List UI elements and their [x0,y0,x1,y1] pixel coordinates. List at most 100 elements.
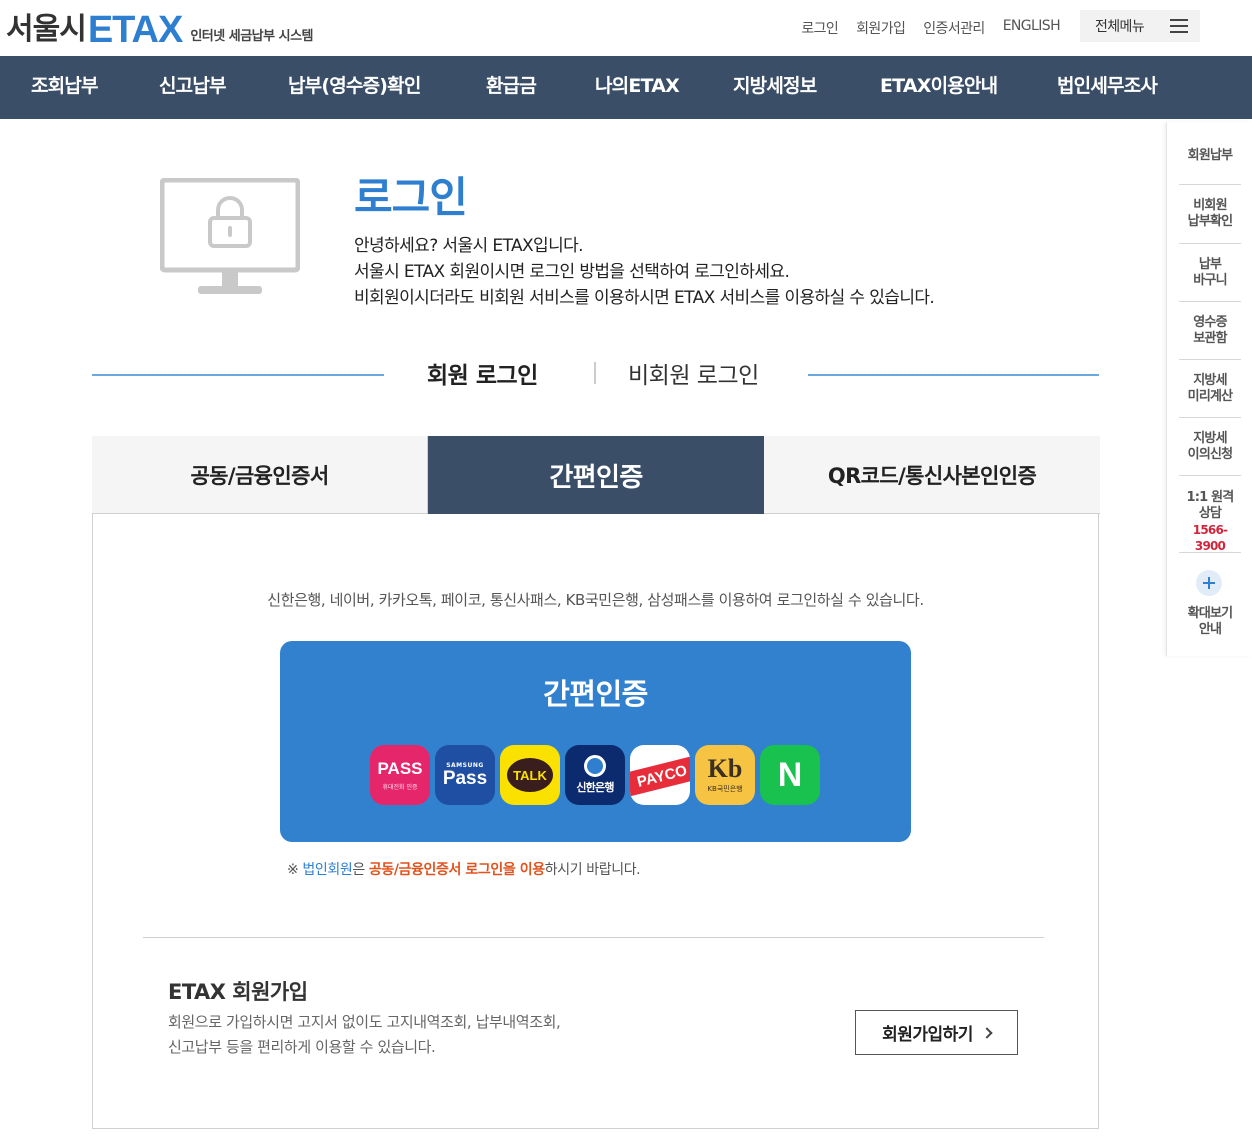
tab-joint-cert[interactable]: 공동/금융인증서 [92,436,428,514]
quick-basket-label-1: 납부 [1198,257,1222,272]
quick-nonmember-check[interactable]: 비회원 납부확인 [1179,198,1241,230]
shinhan-bank-icon[interactable]: 신한은행 [565,745,625,805]
kb-icon-subtext: KB국민은행 [707,785,743,793]
shinhan-swirl-mark [584,755,606,777]
naver-icon-text: N [777,755,803,794]
quick-divider [1179,243,1241,244]
pass-icon-text: PASS [377,758,423,778]
intro-text: 안녕하세요? 서울시 ETAX입니다. 서울시 ETAX 회원이시면 로그인 방… [354,233,935,311]
util-login-link[interactable]: 로그인 [801,18,838,38]
samsung-pass-icon[interactable]: SAMSUNG Pass [435,745,495,805]
samsung-pass-text: Pass [442,767,488,789]
payco-icon[interactable]: PAYCO [630,745,690,805]
logo-city-text: 서울시 [6,12,87,47]
chevron-right-icon [981,1026,993,1039]
logo-etax-text: ETAX [87,9,184,51]
quick-zoom-guide[interactable]: 확대보기 안내 [1179,606,1241,638]
all-menu-label: 전체메뉴 [1095,19,1145,35]
quick-appeal-label-1: 지방세 [1193,431,1227,446]
join-desc-line-2: 신고납부 등을 편리하게 이용할 수 있습니다. [168,1038,436,1056]
quick-nonmember-label-1: 비회원 [1193,198,1227,213]
monitor-lock-icon [160,178,300,294]
shinhan-bank-text: 신한은행 [576,781,614,794]
signup-button-label: 회원가입하기 [882,1025,973,1045]
quick-pay-basket[interactable]: 납부 바구니 [1179,257,1241,289]
tab-easy-auth[interactable]: 간편인증 [428,436,764,514]
kakaotalk-icon-text: TALK [507,758,553,792]
quick-calc-label-1: 지방세 [1193,373,1227,388]
quick-calc-label-2: 미리계산 [1187,389,1233,404]
corporate-notice: ※ 법인회원은 공동/금융인증서 로그인을 이용하시기 바랍니다. [287,859,641,879]
tab-qr-mobile-auth[interactable]: QR코드/통신사본인인증 [764,436,1100,514]
nav-item-refund[interactable]: 환급금 [486,56,537,119]
kb-bank-icon[interactable]: Kb KB국민은행 [695,745,755,805]
nonmember-login-tab[interactable]: 비회원 로그인 [628,356,759,390]
pass-icon[interactable]: PASS 휴대전화 인증 [370,745,430,805]
quick-consult-label-1: 1:1 원격 [1186,490,1235,505]
top-header: 서울시 ETAX 인터넷 세금납부 시스템 로그인 회원가입 인증서관리 ENG… [0,0,1252,56]
quick-divider [1179,475,1241,476]
signup-button[interactable]: 회원가입하기 [855,1010,1018,1055]
quick-consult-label-2: 상담 [1198,506,1222,521]
quick-divider [1179,184,1241,185]
payco-icon-text: PAYCO [630,755,690,797]
quick-remote-consult[interactable]: 1:1 원격 상담 1566-3900 [1179,490,1241,554]
toggle-separator [594,362,596,384]
util-english-link[interactable]: ENGLISH [1003,18,1061,38]
quick-basket-label-2: 바구니 [1193,273,1227,288]
member-login-tab[interactable]: 회원 로그인 [427,356,538,390]
login-box: 공동/금융인증서 간편인증 QR코드/통신사본인인증 신한은행, 네이버, 카카… [92,436,1100,1129]
logo-subtitle: 인터넷 세금납부 시스템 [190,29,313,44]
notice-mark: ※ [287,862,299,878]
quick-tax-appeal[interactable]: 지방세 이의신청 [1179,431,1241,463]
main-navigation: 조회납부 신고납부 납부(영수증)확인 환급금 나의ETAX 지방세정보 ETA… [0,56,1252,119]
intro-line-3: 비회원이시더라도 비회원 서비스를 이용하시면 ETAX 서비스를 이용하실 수… [354,288,935,308]
easy-auth-button[interactable]: 간편인증 PASS 휴대전화 인증 SAMSUNG Pass TALK 신한은행… [280,641,911,842]
join-description: 회원으로 가입하시면 고지서 없이도 고지내역조회, 납부내역조회, 신고납부 … [168,1010,561,1060]
intro-line-1: 안녕하세요? 서울시 ETAX입니다. [354,236,584,256]
intro-line-2: 서울시 ETAX 회원이시면 로그인 방법을 선택하여 로그인하세요. [354,262,790,282]
nav-item-corporate-audit[interactable]: 법인세무조사 [1057,56,1158,119]
toggle-line-left [92,374,384,376]
quick-divider [1179,552,1241,553]
kakaotalk-icon[interactable]: TALK [500,745,560,805]
quick-tax-calc[interactable]: 지방세 미리계산 [1179,373,1241,405]
site-logo[interactable]: 서울시 ETAX 인터넷 세금납부 시스템 [6,8,313,51]
quick-zoom-label-1: 확대보기 [1187,606,1233,621]
quick-receipt-label-1: 영수증 [1193,315,1227,330]
quick-member-pay[interactable]: 회원납부 [1179,148,1241,164]
pass-icon-subtext: 휴대전화 인증 [382,783,418,791]
utility-links: 로그인 회원가입 인증서관리 ENGLISH [801,18,1060,38]
easy-auth-button-title: 간편인증 [543,677,648,711]
quick-menu: 회원납부 비회원 납부확인 납부 바구니 영수증 보관함 지방세 미리계산 지방… [1166,122,1252,656]
nav-item-inquiry-pay[interactable]: 조회납부 [31,56,99,119]
quick-receipt-label-2: 보관함 [1193,331,1227,346]
quick-divider [1179,301,1241,302]
nav-item-receipt-check[interactable]: 납부(영수증)확인 [288,56,421,119]
join-desc-line-1: 회원으로 가입하시면 고지서 없이도 고지내역조회, 납부내역조회, [168,1013,561,1031]
kb-icon-text: Kb [707,754,743,783]
nav-item-etax-guide[interactable]: ETAX이용안내 [880,56,998,119]
quick-divider [1179,359,1241,360]
naver-icon[interactable]: N [760,745,820,805]
easy-auth-description: 신한은행, 네이버, 카카오톡, 페이코, 통신사패스, KB국민은행, 삼성패… [267,591,924,609]
notice-text-2: 은 [352,862,369,878]
quick-receipt-box[interactable]: 영수증 보관함 [1179,315,1241,347]
plus-icon[interactable] [1196,570,1222,596]
toggle-line-right [808,374,1099,376]
nav-item-my-etax[interactable]: 나의ETAX [595,56,680,119]
quick-divider [1179,417,1241,418]
util-signup-link[interactable]: 회원가입 [856,18,906,38]
section-divider [143,937,1044,938]
util-cert-manage-link[interactable]: 인증서관리 [923,18,985,38]
all-menu-button[interactable]: 전체메뉴 [1080,10,1200,42]
provider-list: PASS 휴대전화 인증 SAMSUNG Pass TALK 신한은행 PAYC… [370,745,820,805]
nav-item-local-tax-info[interactable]: 지방세정보 [733,56,817,119]
notice-corporate-member: 법인회원 [302,862,353,878]
join-title: ETAX 회원가입 [168,980,308,1004]
quick-consult-phone: 1566-3900 [1192,523,1228,553]
nav-item-report-pay[interactable]: 신고납부 [159,56,227,119]
quick-appeal-label-2: 이의신청 [1187,447,1233,462]
quick-zoom-label-2: 안내 [1198,622,1222,637]
quick-nonmember-label-2: 납부확인 [1187,214,1233,229]
